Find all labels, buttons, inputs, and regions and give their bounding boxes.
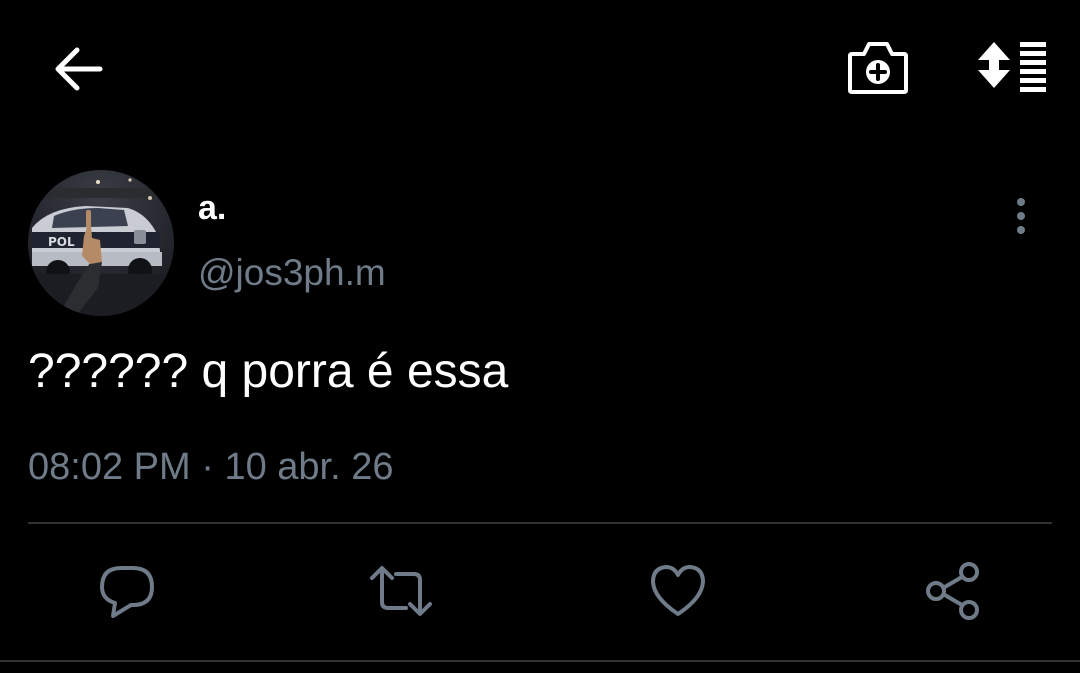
divider — [28, 522, 1052, 524]
more-vertical-icon — [1017, 198, 1025, 234]
avatar[interactable]: POL — [28, 170, 174, 316]
sort-list-icon — [978, 42, 1046, 92]
retweet-button[interactable] — [368, 562, 434, 620]
heart-icon — [651, 565, 705, 616]
reply-button[interactable] — [98, 562, 156, 620]
sort-button[interactable] — [974, 38, 1050, 98]
svg-text:POL: POL — [48, 235, 75, 249]
like-button[interactable] — [648, 562, 708, 620]
timestamp-separator: · — [201, 446, 214, 488]
camera-plus-icon — [848, 42, 908, 94]
bottom-divider — [0, 660, 1080, 662]
retweet-icon — [370, 566, 432, 616]
share-icon — [926, 562, 979, 620]
tweet-timestamp: 08:02 PM · 10 abr. 26 — [28, 443, 393, 491]
reply-icon — [100, 566, 154, 618]
share-button[interactable] — [922, 560, 984, 622]
avatar-photo: POL — [28, 170, 174, 316]
user-handle[interactable]: @jos3ph.m — [198, 251, 386, 295]
camera-button[interactable] — [846, 38, 910, 98]
tweet-date: 10 abr. 26 — [224, 446, 394, 488]
arrow-left-icon — [55, 47, 103, 91]
tweet-time: 08:02 PM — [28, 446, 191, 488]
tweet-text: ?????? q porra é essa — [28, 345, 509, 398]
more-options-button[interactable] — [1004, 196, 1038, 238]
display-name[interactable]: a. — [198, 186, 226, 230]
back-button[interactable] — [50, 40, 108, 98]
